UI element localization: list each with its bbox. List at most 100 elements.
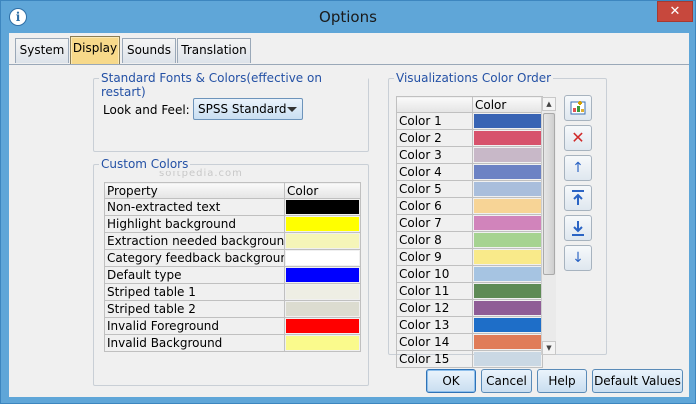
scroll-down-icon[interactable]: ▼ (542, 341, 556, 355)
default-values-button[interactable]: Default Values (592, 369, 683, 393)
row-label: Color 4 (396, 163, 473, 181)
table-row[interactable]: Color 10 (396, 265, 543, 283)
move-bottom-button[interactable] (564, 215, 592, 241)
look-feel-value: SPSS Standard (198, 102, 287, 116)
display-panel: Standard Fonts & Colors(effective on res… (9, 67, 689, 397)
tab-display[interactable]: Display (70, 36, 120, 65)
color-swatch (474, 301, 541, 315)
tab-strip: System Display Sounds Translation (9, 33, 689, 67)
color-swatch-cell[interactable] (284, 232, 361, 250)
row-label: Color 8 (396, 231, 473, 249)
viz-colors-table: Color Color 1 Color 2 Color 3 Color 4 Color … (396, 96, 543, 368)
color-swatch (474, 131, 541, 145)
column-header-name[interactable] (396, 96, 473, 113)
color-swatch-cell[interactable] (472, 333, 543, 351)
tab-sounds[interactable]: Sounds (122, 38, 176, 63)
look-feel-select[interactable]: SPSS Standard (193, 98, 303, 120)
color-swatch-cell[interactable] (284, 334, 361, 352)
table-row[interactable]: Color 15 (396, 350, 543, 368)
color-swatch-cell[interactable] (472, 180, 543, 198)
color-swatch-cell[interactable] (284, 300, 361, 318)
move-down-icon: ↓ (572, 250, 584, 266)
color-swatch-cell[interactable] (472, 265, 543, 283)
color-swatch-cell[interactable] (472, 316, 543, 334)
chevron-down-icon (287, 107, 297, 112)
row-label: Color 2 (396, 129, 473, 147)
color-swatch (474, 318, 541, 332)
color-swatch-cell[interactable] (284, 266, 361, 284)
row-label: Highlight background (104, 215, 285, 233)
color-swatch-cell[interactable] (472, 299, 543, 317)
color-swatch-cell[interactable] (472, 231, 543, 249)
table-row[interactable]: Color 7 (396, 214, 543, 232)
table-row[interactable]: Color 11 (396, 282, 543, 300)
color-swatch-cell[interactable] (472, 350, 543, 368)
scrollbar-thumb[interactable] (543, 113, 555, 275)
table-row[interactable]: Category feedback background (104, 249, 361, 267)
move-down-button[interactable]: ↓ (564, 245, 592, 271)
color-swatch (474, 233, 541, 247)
table-row[interactable]: Color 13 (396, 316, 543, 334)
color-swatch-cell[interactable] (472, 214, 543, 232)
table-row[interactable]: Striped table 2 (104, 300, 361, 318)
column-header-property[interactable]: Property (104, 182, 285, 199)
table-row[interactable]: Invalid Foreground (104, 317, 361, 335)
table-row[interactable]: Color 5 (396, 180, 543, 198)
cancel-button[interactable]: Cancel (481, 369, 532, 393)
row-label: Color 15 (396, 350, 473, 368)
table-row[interactable]: Highlight background (104, 215, 361, 233)
row-label: Default type (104, 266, 285, 284)
color-swatch-cell[interactable] (472, 248, 543, 266)
color-swatch-cell[interactable] (472, 197, 543, 215)
custom-colors-group-title: Custom Colors (99, 157, 191, 171)
table-row[interactable]: Color 1 (396, 112, 543, 130)
color-swatch-cell[interactable] (472, 282, 543, 300)
window-title: Options (319, 8, 377, 26)
ok-button[interactable]: OK (426, 369, 476, 393)
tab-translation[interactable]: Translation (177, 38, 251, 63)
add-icon (570, 101, 586, 115)
color-swatch-cell[interactable] (284, 317, 361, 335)
table-row[interactable]: Default type (104, 266, 361, 284)
row-label: Non-extracted text (104, 198, 285, 216)
table-header-row: Property Color (104, 182, 361, 199)
color-swatch-cell[interactable] (472, 163, 543, 181)
column-header-color[interactable]: Color (284, 182, 361, 199)
color-swatch-cell[interactable] (284, 283, 361, 301)
color-swatch-cell[interactable] (284, 198, 361, 216)
row-label: Invalid Background (104, 334, 285, 352)
table-row[interactable]: Color 4 (396, 163, 543, 181)
table-row[interactable]: Color 3 (396, 146, 543, 164)
add-color-button[interactable] (564, 95, 592, 121)
color-swatch-cell[interactable] (472, 112, 543, 130)
table-row[interactable]: Color 6 (396, 197, 543, 215)
table-row[interactable]: Color 14 (396, 333, 543, 351)
help-button[interactable]: Help (537, 369, 587, 393)
color-swatch (474, 148, 541, 162)
column-header-color[interactable]: Color (472, 96, 543, 113)
table-row[interactable]: Non-extracted text (104, 198, 361, 216)
viz-colors-scrollbar[interactable]: ▲ ▼ (541, 97, 556, 355)
tab-system[interactable]: System (15, 38, 69, 63)
close-button[interactable]: ✕ (657, 1, 693, 22)
table-row[interactable]: Color 9 (396, 248, 543, 266)
table-row[interactable]: Color 8 (396, 231, 543, 249)
color-swatch-cell[interactable] (284, 215, 361, 233)
table-row[interactable]: Striped table 1 (104, 283, 361, 301)
color-swatch (286, 268, 359, 282)
move-top-button[interactable] (564, 185, 592, 211)
move-up-button[interactable]: ↑ (564, 155, 592, 181)
viz-color-order-group-title: Visualizations Color Order (394, 71, 554, 85)
table-row[interactable]: Invalid Background (104, 334, 361, 352)
color-swatch-cell[interactable] (472, 146, 543, 164)
table-row[interactable]: Color 2 (396, 129, 543, 147)
title-bar[interactable]: i Options ✕ (1, 1, 695, 32)
table-row[interactable]: Extraction needed background (104, 232, 361, 250)
delete-color-button[interactable]: ✕ (564, 125, 592, 151)
table-row[interactable]: Color 12 (396, 299, 543, 317)
color-swatch (286, 319, 359, 333)
color-swatch-cell[interactable] (472, 129, 543, 147)
scroll-up-icon[interactable]: ▲ (542, 97, 556, 111)
move-bottom-icon (572, 221, 584, 236)
color-swatch-cell[interactable] (284, 249, 361, 267)
